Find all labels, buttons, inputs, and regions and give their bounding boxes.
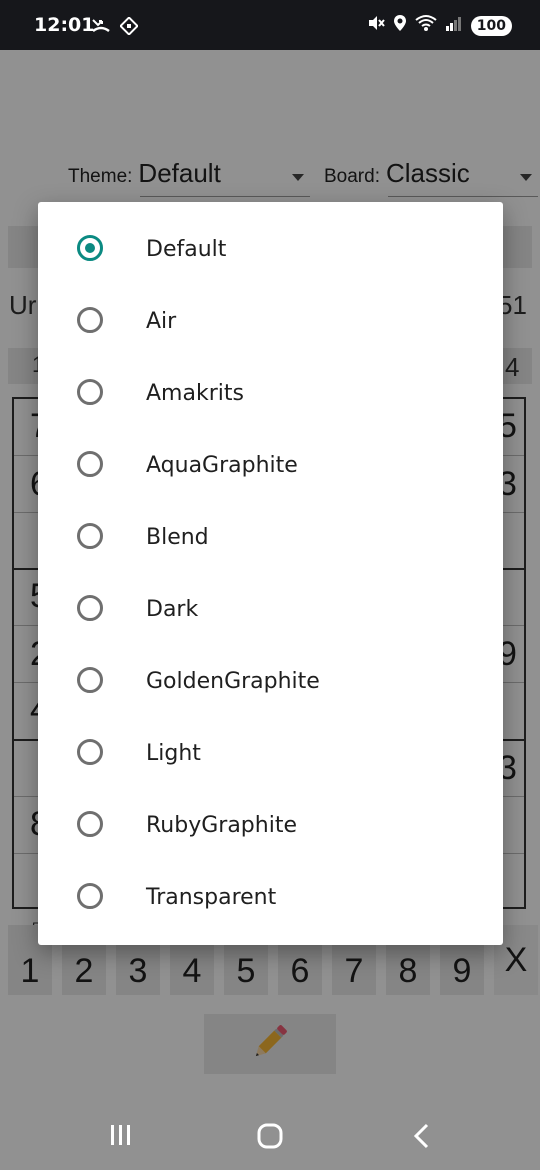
option-rubygraphite[interactable]: RubyGraphite [38, 790, 503, 862]
radio-unchecked-icon[interactable] [77, 811, 103, 837]
radio-unchecked-icon[interactable] [77, 379, 103, 405]
wifi-icon [415, 14, 437, 37]
home-icon [256, 1122, 284, 1155]
option-label: Light [146, 741, 201, 766]
option-default[interactable]: Default [38, 214, 503, 286]
option-air[interactable]: Air [38, 286, 503, 358]
option-label: Transparent [146, 885, 277, 910]
signal-icon [445, 15, 463, 36]
back-icon [410, 1122, 434, 1155]
option-light[interactable]: Light [38, 718, 503, 790]
option-amakrits[interactable]: Amakrits [38, 358, 503, 430]
radio-checked-icon[interactable] [77, 235, 103, 261]
status-time: 12:01 [34, 14, 95, 36]
status-bar: 12:01 100 [0, 0, 540, 50]
option-label: Dark [146, 597, 199, 622]
system-nav-bar [0, 1100, 540, 1170]
option-aquagraphite[interactable]: AquaGraphite [38, 430, 503, 502]
mute-icon [367, 14, 385, 37]
option-transparent[interactable]: Transparent [38, 862, 503, 934]
radio-unchecked-icon[interactable] [77, 451, 103, 477]
recents-button[interactable] [108, 1122, 134, 1153]
option-label: Default [146, 237, 227, 262]
radio-unchecked-icon[interactable] [77, 883, 103, 909]
radio-unchecked-icon[interactable] [77, 667, 103, 693]
option-label: GoldenGraphite [146, 669, 320, 694]
theme-picker-dialog: Default Air Amakrits AquaGraphite Blend … [38, 202, 503, 945]
option-label: Air [146, 309, 177, 334]
location-icon [393, 14, 407, 37]
option-label: Blend [146, 525, 209, 550]
option-label: AquaGraphite [146, 453, 298, 478]
option-dark[interactable]: Dark [38, 574, 503, 646]
radio-unchecked-icon[interactable] [77, 739, 103, 765]
recents-icon [108, 1122, 134, 1153]
option-label: Amakrits [146, 381, 244, 406]
radio-unchecked-icon[interactable] [77, 307, 103, 333]
option-goldengraphite[interactable]: GoldenGraphite [38, 646, 503, 718]
radio-unchecked-icon[interactable] [77, 595, 103, 621]
back-button[interactable] [410, 1122, 434, 1155]
battery-indicator: 100 [470, 15, 512, 36]
missed-call-icon [92, 17, 110, 40]
home-button[interactable] [256, 1122, 284, 1155]
radio-unchecked-icon[interactable] [77, 523, 103, 549]
option-blend[interactable]: Blend [38, 502, 503, 574]
option-label: RubyGraphite [146, 813, 297, 838]
app-notification-icon [119, 16, 139, 40]
